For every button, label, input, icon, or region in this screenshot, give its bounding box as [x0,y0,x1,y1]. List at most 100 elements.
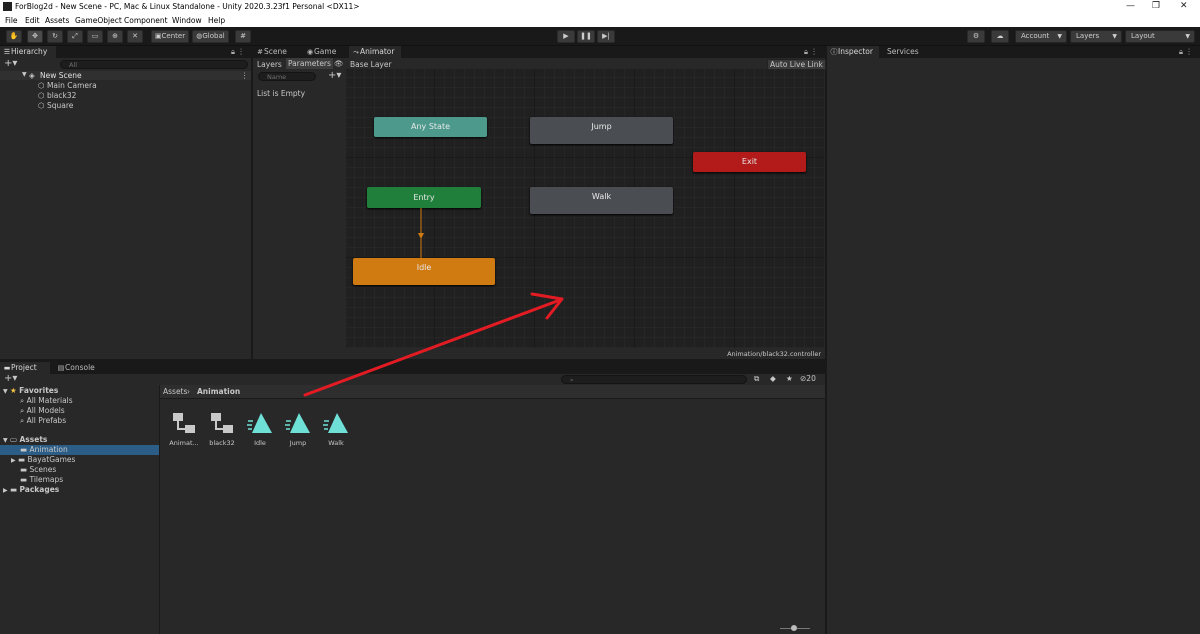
menu-window[interactable]: Window [172,16,202,25]
breadcrumb-animation[interactable]: Animation [197,387,240,396]
menu-file[interactable]: File [5,16,18,25]
favorites-folder[interactable]: ▼ ★ Favorites [3,386,58,395]
tab-game[interactable]: ◉Game [303,46,347,58]
state-any-state[interactable]: Any State [374,117,487,137]
icon-size-slider-thumb[interactable] [791,625,797,631]
base-layer-breadcrumb[interactable]: Base Layer [350,60,392,69]
parameter-search-input[interactable]: Name [258,72,316,81]
hierarchy-search-input[interactable]: All [60,60,248,69]
tab-inspector[interactable]: ⓘInspector [827,46,879,58]
eye-icon[interactable]: 👁︎ [334,59,344,68]
folder-item-animation[interactable]: ▬ Animation [0,445,159,455]
hierarchy-item[interactable]: ⬡ Square [38,101,73,110]
folder-item-bayatgames[interactable]: ▶ ▬ BayatGames [11,455,75,464]
account-label: Account [1021,32,1050,40]
pivot-global-toggle[interactable]: ◍Global [192,30,229,43]
folder-item-tilemaps[interactable]: ▬ Tilemaps [20,475,63,484]
filter-type-icon[interactable]: ⧉ [754,374,759,384]
folder-item-scenes[interactable]: ▬ Scenes [20,465,56,474]
account-dropdown[interactable]: Account ▼ [1015,30,1067,43]
panel-menu-icon[interactable]: 🔒︎ ⋮ [801,46,823,58]
create-asset-button[interactable]: +▾ [4,373,17,384]
animation-clip-icon [247,413,272,433]
breadcrumb-assets[interactable]: Assets [163,387,187,396]
tab-scene[interactable]: #Scene [253,46,299,58]
add-parameter-button[interactable]: +▾ [328,70,341,81]
tab-layers[interactable]: Layers [257,60,282,69]
menu-edit[interactable]: Edit [25,16,40,25]
favorite-item[interactable]: ⌕ All Materials [20,396,73,406]
rect-tool-icon[interactable]: ▭ [87,30,103,43]
layout-dropdown[interactable]: Layout ▼ [1125,30,1195,43]
pause-icon[interactable]: ❚❚ [577,30,595,43]
minimize-icon[interactable]: — [1126,1,1135,11]
divider [160,398,825,399]
tab-hierarchy[interactable]: ☰Hierarchy [0,46,56,58]
animator-controller-icon [211,413,233,433]
animation-clip-icon [323,413,348,433]
transform-tool-icon[interactable]: ⊕ [107,30,123,43]
search-placeholder: Name [267,73,287,81]
tab-parameters[interactable]: Parameters [286,58,333,69]
asset-file[interactable]: Walk [319,411,353,447]
add-object-button[interactable]: +▾ [4,58,17,69]
hierarchy-icon: ☰ [3,48,11,56]
scene-name: New Scene [40,71,82,80]
panel-menu-icon[interactable]: 🔒︎ ⋮ [1176,46,1198,58]
grid-snap-icon[interactable]: # [235,30,251,43]
menu-component[interactable]: Component [124,16,168,25]
pivot-center-toggle[interactable]: ▣Center [151,30,189,43]
move-tool-icon[interactable]: ✥ [27,30,43,43]
center-label: Center [161,32,186,40]
cloud-icon[interactable]: ☁ [991,30,1009,43]
asset-file[interactable]: Animat... [167,411,201,447]
favorite-star-icon[interactable]: ★ [786,374,793,383]
folder-icon: ▬ [20,465,28,474]
chevron-down-icon: ▼ [1185,33,1190,40]
menu-help[interactable]: Help [208,16,225,25]
state-exit[interactable]: Exit [693,152,806,172]
hidden-count[interactable]: ⊘20 [800,374,816,383]
rotate-tool-icon[interactable]: ↻ [47,30,63,43]
hidden-count-label: 20 [806,374,816,383]
tab-services[interactable]: Services [884,46,930,58]
tab-animator[interactable]: ⤳Animator [349,46,401,58]
asset-file[interactable]: Jump [281,411,315,447]
state-entry[interactable]: Entry [367,187,481,208]
layers-dropdown[interactable]: Layers ▼ [1070,30,1122,43]
scale-tool-icon[interactable]: ⤢ [67,30,83,43]
play-icon[interactable]: ▶ [557,30,575,43]
info-icon: ⓘ [830,48,838,56]
hand-tool-icon[interactable]: ✋ [6,30,22,43]
state-walk[interactable]: Walk [530,187,673,214]
list-empty-label: List is Empty [257,89,306,98]
scene-menu-icon[interactable]: ⋮ [241,71,249,80]
scene-row[interactable]: ▼ ◈ New Scene ⋮ [0,71,251,80]
close-icon[interactable]: ✕ [1180,1,1188,11]
hierarchy-item[interactable]: ⬡ black32 [38,91,76,100]
favorite-item[interactable]: ⌕ All Models [20,406,65,416]
asset-file[interactable]: Idle [243,411,277,447]
custom-tool-icon[interactable]: ✕ [127,30,143,43]
menu-assets[interactable]: Assets [45,16,69,25]
entry-to-idle-transition[interactable] [416,208,426,258]
restore-icon[interactable]: ❐ [1152,1,1160,11]
filter-label-icon[interactable]: ◆ [770,374,776,383]
tab-console[interactable]: ▤Console [54,362,100,374]
folder-icon: ▬ [18,455,26,464]
state-idle[interactable]: Idle [353,258,495,285]
tab-hierarchy-label: Hierarchy [11,47,48,56]
tab-scene-label: Scene [264,47,287,56]
hierarchy-item[interactable]: ⬡ Main Camera [38,81,97,90]
packages-folder[interactable]: ▶ ▬ Packages [3,485,59,494]
panel-menu-icon[interactable]: 🔒︎ ⋮ [228,46,250,58]
layers-label: Layers [1076,32,1100,40]
favorite-item[interactable]: ⌕ All Prefabs [20,416,66,426]
menu-gameobject[interactable]: GameObject [75,16,122,25]
project-search-input[interactable]: ⌕ [561,375,747,384]
assets-folder[interactable]: ▼ ▭ Assets [3,435,47,444]
state-jump[interactable]: Jump [530,117,673,144]
collab-settings-icon[interactable]: ⚙ [967,30,985,43]
step-icon[interactable]: ▶| [597,30,615,43]
asset-file[interactable]: black32 [205,411,239,447]
